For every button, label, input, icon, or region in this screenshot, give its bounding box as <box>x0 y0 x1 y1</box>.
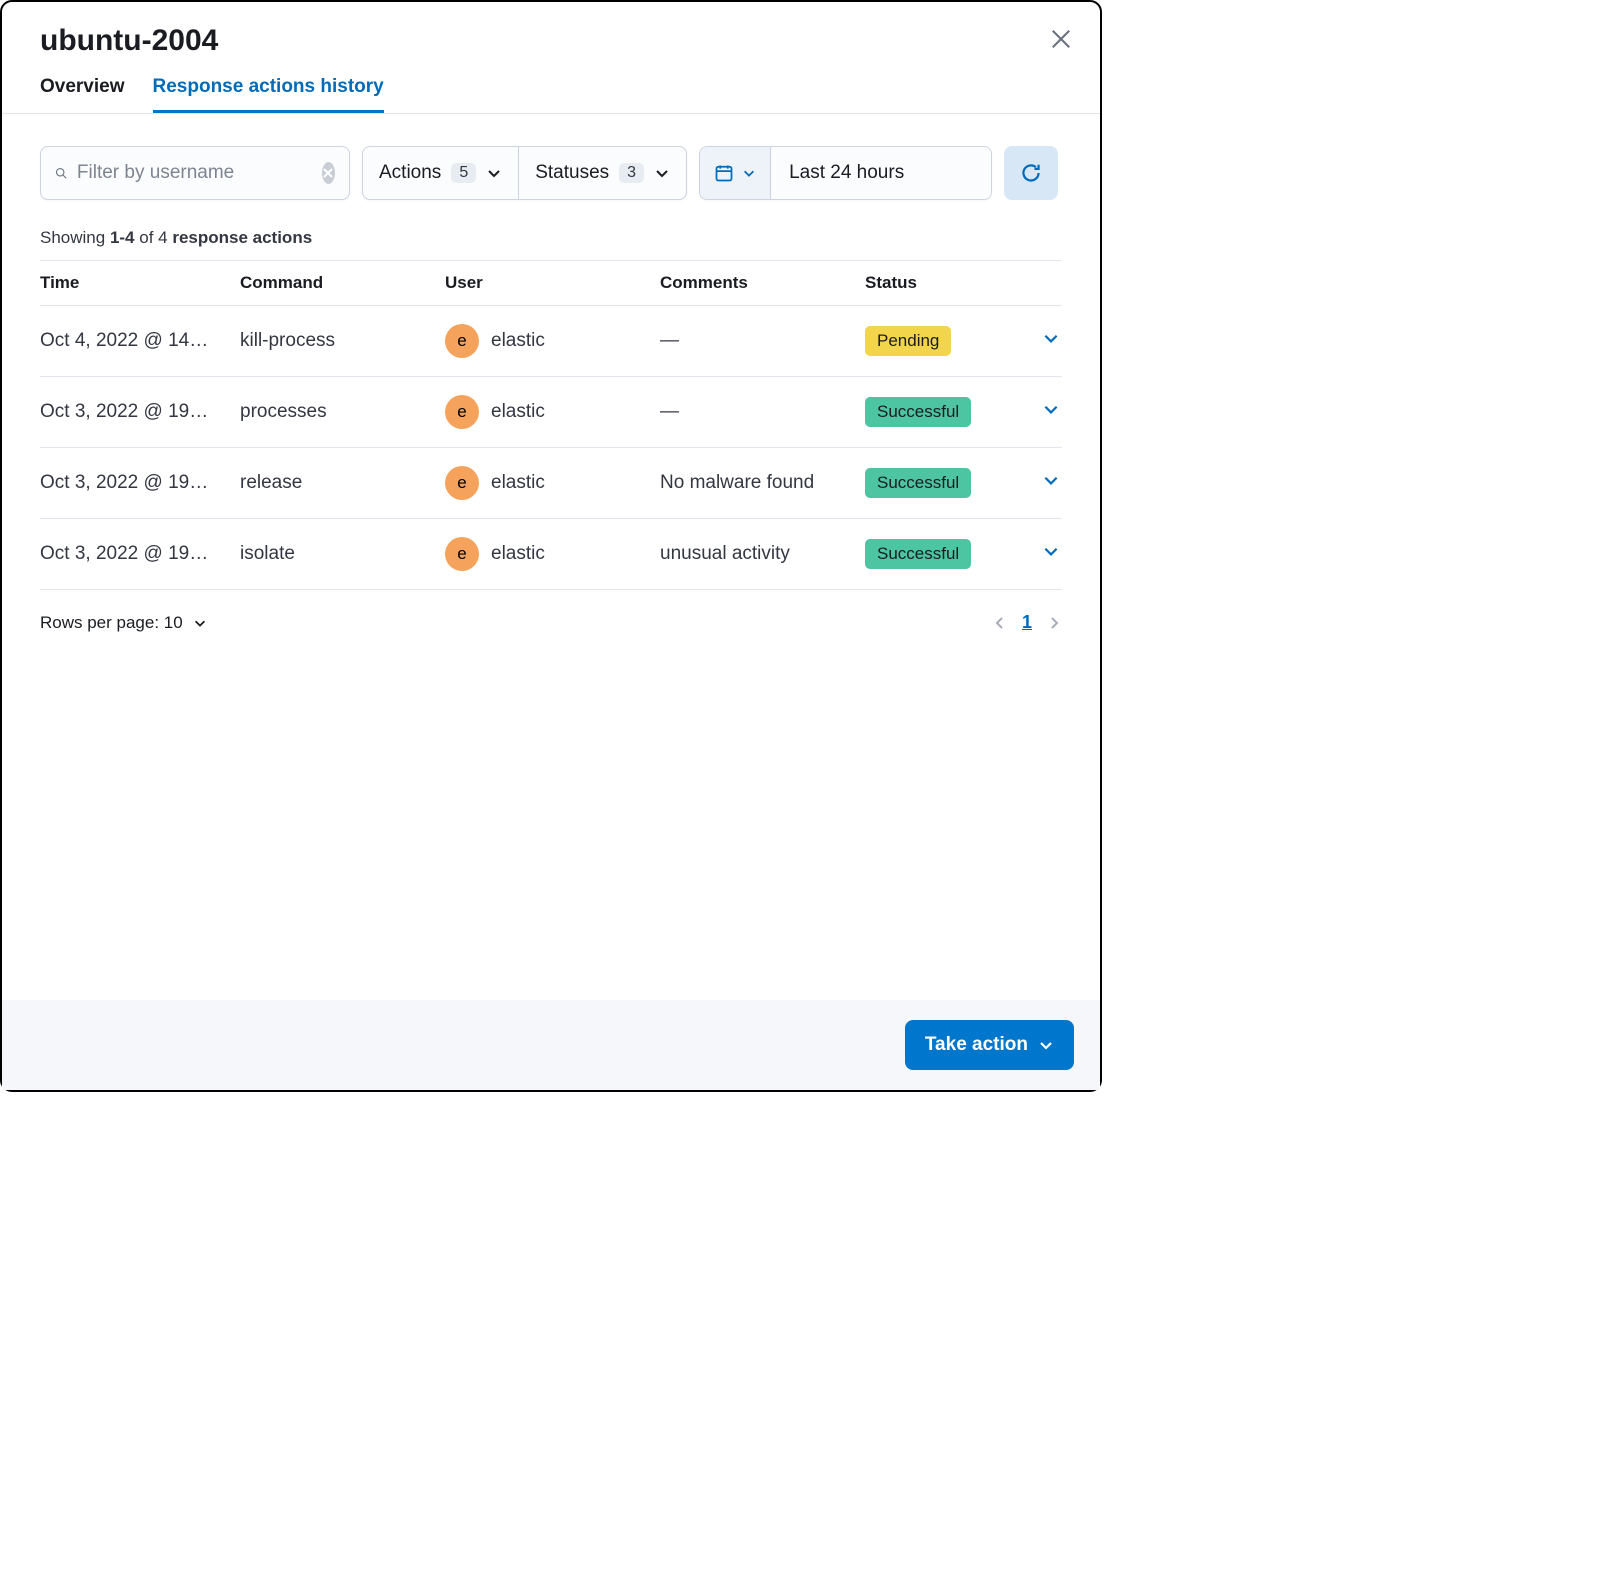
pagination: 1 <box>992 612 1062 633</box>
col-command: Command <box>240 273 445 293</box>
refresh-button[interactable] <box>1004 146 1058 200</box>
expand-row-button[interactable] <box>1010 471 1060 495</box>
table-row: Oct 3, 2022 @ 19… release e elastic No m… <box>40 448 1062 519</box>
summary-prefix: Showing <box>40 228 110 247</box>
page-title: ubuntu-2004 <box>40 24 218 58</box>
expand-row-button[interactable] <box>1010 400 1060 424</box>
col-user: User <box>445 273 660 293</box>
status-badge: Pending <box>865 326 951 356</box>
close-button[interactable] <box>1050 28 1072 50</box>
refresh-icon <box>1020 162 1042 184</box>
user-name: elastic <box>491 543 545 565</box>
cell-status: Successful <box>865 468 1010 498</box>
chevron-down-icon <box>654 165 670 181</box>
actions-filter-label: Actions <box>379 162 441 184</box>
table-footer: Rows per page: 10 1 <box>2 590 1100 655</box>
chevron-down-icon <box>1042 471 1060 489</box>
user-name: elastic <box>491 401 545 423</box>
cell-command: kill-process <box>240 330 445 352</box>
user-name: elastic <box>491 472 545 494</box>
clear-icon <box>323 168 333 178</box>
page-number[interactable]: 1 <box>1022 612 1032 633</box>
results-summary: Showing 1-4 of 4 response actions <box>2 200 1100 260</box>
user-name: elastic <box>491 330 545 352</box>
summary-range: 1-4 <box>110 228 135 247</box>
table-row: Oct 3, 2022 @ 19… isolate e elastic unus… <box>40 519 1062 590</box>
rows-per-page-label: Rows per page: 10 <box>40 613 183 633</box>
status-badge: Successful <box>865 539 971 569</box>
chevron-down-icon <box>1042 400 1060 418</box>
tabs: Overview Response actions history <box>2 58 1100 114</box>
rows-per-page-dropdown[interactable]: Rows per page: 10 <box>40 613 207 633</box>
cell-command: isolate <box>240 543 445 565</box>
actions-filter-dropdown[interactable]: Actions 5 <box>363 147 518 199</box>
prev-page-button[interactable] <box>992 615 1008 631</box>
cell-command: release <box>240 472 445 494</box>
cell-status: Pending <box>865 326 1010 356</box>
avatar: e <box>445 537 479 571</box>
cell-time: Oct 3, 2022 @ 19… <box>40 543 240 565</box>
cell-command: processes <box>240 401 445 423</box>
avatar: e <box>445 395 479 429</box>
statuses-filter-dropdown[interactable]: Statuses 3 <box>518 147 686 199</box>
next-page-button[interactable] <box>1046 615 1062 631</box>
chevron-down-icon <box>1042 542 1060 560</box>
clear-filter-button[interactable] <box>322 162 335 184</box>
chevron-down-icon <box>486 165 502 181</box>
col-time: Time <box>40 273 240 293</box>
avatar: e <box>445 324 479 358</box>
cell-time: Oct 3, 2022 @ 19… <box>40 401 240 423</box>
summary-middle: of 4 <box>135 228 173 247</box>
cell-comments: No malware found <box>660 472 865 494</box>
col-comments: Comments <box>660 273 865 293</box>
cell-status: Successful <box>865 397 1010 427</box>
status-badge: Successful <box>865 468 971 498</box>
col-status: Status <box>865 273 1010 293</box>
table-row: Oct 3, 2022 @ 19… processes e elastic — … <box>40 377 1062 448</box>
toolbar: Actions 5 Statuses 3 Last 24 hours <box>2 114 1100 200</box>
filter-dropdown-group: Actions 5 Statuses 3 <box>362 146 687 200</box>
expand-row-button[interactable] <box>1010 329 1060 353</box>
cell-comments: — <box>660 330 865 352</box>
summary-suffix: response actions <box>172 228 312 247</box>
statuses-filter-count: 3 <box>619 163 644 183</box>
chevron-down-icon <box>1042 329 1060 347</box>
cell-comments: unusual activity <box>660 543 865 565</box>
bottom-bar: Take action <box>2 1000 1100 1090</box>
filter-input-wrapper[interactable] <box>40 146 350 200</box>
take-action-button[interactable]: Take action <box>905 1020 1074 1070</box>
tab-response-actions-history[interactable]: Response actions history <box>153 76 384 113</box>
table-header: Time Command User Comments Status <box>40 261 1062 306</box>
cell-time: Oct 4, 2022 @ 14… <box>40 330 240 352</box>
response-actions-table: Time Command User Comments Status Oct 4,… <box>2 261 1100 590</box>
filter-username-input[interactable] <box>77 162 322 184</box>
cell-user: e elastic <box>445 324 660 358</box>
chevron-down-icon <box>1038 1037 1054 1053</box>
close-icon <box>1050 28 1072 50</box>
cell-user: e elastic <box>445 395 660 429</box>
take-action-label: Take action <box>925 1034 1028 1056</box>
calendar-icon <box>714 163 734 183</box>
cell-status: Successful <box>865 539 1010 569</box>
cell-user: e elastic <box>445 466 660 500</box>
expand-row-button[interactable] <box>1010 542 1060 566</box>
date-range-text[interactable]: Last 24 hours <box>771 147 991 199</box>
table-row: Oct 4, 2022 @ 14… kill-process e elastic… <box>40 306 1062 377</box>
date-picker-button[interactable] <box>700 147 771 199</box>
cell-comments: — <box>660 401 865 423</box>
search-icon <box>55 163 67 183</box>
cell-time: Oct 3, 2022 @ 19… <box>40 472 240 494</box>
chevron-down-icon <box>193 616 207 630</box>
date-range-picker: Last 24 hours <box>699 146 992 200</box>
avatar: e <box>445 466 479 500</box>
statuses-filter-label: Statuses <box>535 162 609 184</box>
status-badge: Successful <box>865 397 971 427</box>
tab-overview[interactable]: Overview <box>40 76 125 113</box>
cell-user: e elastic <box>445 537 660 571</box>
actions-filter-count: 5 <box>451 163 476 183</box>
chevron-down-icon <box>742 166 756 180</box>
